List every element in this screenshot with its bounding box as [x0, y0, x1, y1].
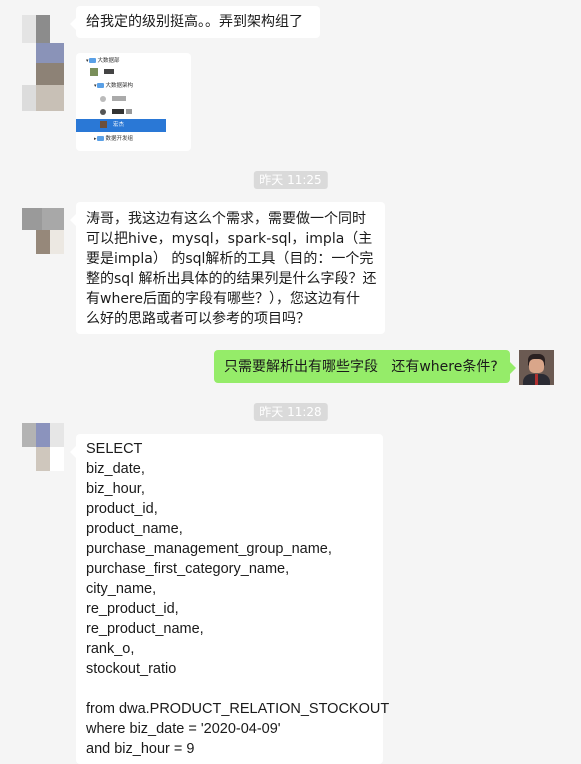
tree-label: 大数据部: [97, 58, 120, 64]
message-line: 要是impla） 的sql解析的工具（目的：一个完: [86, 251, 374, 267]
message-bubble[interactable]: 给我定的级别挺高。。弄到架构组了: [70, 6, 320, 38]
sql-line: product_id,: [86, 501, 158, 517]
sql-line: purchase_management_group_name,: [86, 541, 332, 557]
sql-line: city_name,: [86, 581, 157, 597]
blurred-name: [112, 96, 126, 101]
sql-line: [86, 679, 373, 699]
message-bubble-outgoing[interactable]: 只需要解析出有哪些字段 还有where条件?: [214, 350, 516, 383]
timestamp-badge: 昨天 11:28: [253, 403, 328, 421]
sql-line: purchase_first_category_name,: [86, 561, 290, 577]
sql-line: where biz_date = '2020-04-09': [86, 721, 281, 737]
tree-row-selected: 宏杰: [100, 119, 124, 132]
tree-label: 数据开发组: [105, 136, 134, 142]
sql-line: biz_date,: [86, 461, 145, 477]
folder-icon: [96, 136, 104, 141]
message-text: 给我定的级别挺高。。弄到架构组了: [86, 14, 303, 30]
person-icon: [100, 95, 106, 102]
message-line: 整的sql 解析出具体的的结果列是什么字段？还: [86, 271, 377, 287]
tree-row: [100, 93, 128, 106]
message-line: 有where后面的字段有哪些？），您这边有什: [86, 291, 360, 307]
contact-avatar[interactable]: [22, 15, 64, 111]
sql-line: stockout_ratio: [86, 661, 177, 677]
tree-row: [100, 106, 134, 119]
avatar-icon: [100, 121, 107, 128]
message-line: 可以把hive，mysql，spark-sql，impla（主: [86, 231, 373, 247]
timestamp-badge: 昨天 11:25: [253, 171, 328, 189]
tree-row: ▾ 大数据架构: [94, 83, 134, 89]
tree-label: 宏杰: [113, 122, 125, 128]
message-bubble-code[interactable]: SELECT biz_date, biz_hour, product_id, p…: [70, 434, 390, 764]
sql-line: re_product_id,: [86, 601, 179, 617]
sql-line: re_product_name,: [86, 621, 204, 637]
tree-row: ▸ 数据开发组: [94, 136, 134, 142]
message-line: 涛哥，我这边有这么个需求，需要做一个同时: [86, 211, 366, 227]
my-avatar[interactable]: [519, 350, 554, 385]
message-line: 么好的思路或者可以参考的项目吗？: [86, 311, 310, 327]
sql-line: from dwa.PRODUCT_RELATION_STOCKOUT: [86, 701, 390, 717]
sql-line: and biz_hour = 9: [86, 741, 195, 757]
tree-label: 大数据架构: [105, 83, 134, 89]
folder-icon: [88, 58, 96, 63]
image-message[interactable]: ▾ 大数据部 ▾ 大数据架构 宏杰 ▸ 数据开发组: [76, 53, 191, 151]
sql-line: SELECT: [86, 441, 143, 457]
timestamp-text: 昨天 11:25: [259, 173, 322, 187]
contact-avatar[interactable]: [22, 423, 64, 471]
contact-avatar[interactable]: [22, 208, 64, 254]
message-bubble[interactable]: 涛哥，我这边有这么个需求，需要做一个同时 可以把hive，mysql，spark…: [70, 202, 385, 334]
avatar-icon: [90, 67, 98, 76]
blurred-name: [126, 109, 132, 114]
person-icon: [100, 108, 106, 115]
sql-line: biz_hour,: [86, 481, 145, 497]
folder-icon: [96, 83, 104, 88]
sql-line: product_name,: [86, 521, 183, 537]
message-text: 只需要解析出有哪些字段 还有where条件?: [224, 359, 498, 375]
sql-line: rank_o,: [86, 641, 135, 657]
blurred-name: [104, 69, 114, 74]
timestamp-text: 昨天 11:28: [259, 405, 322, 419]
tree-row: [90, 66, 116, 79]
blurred-name: [112, 109, 124, 114]
